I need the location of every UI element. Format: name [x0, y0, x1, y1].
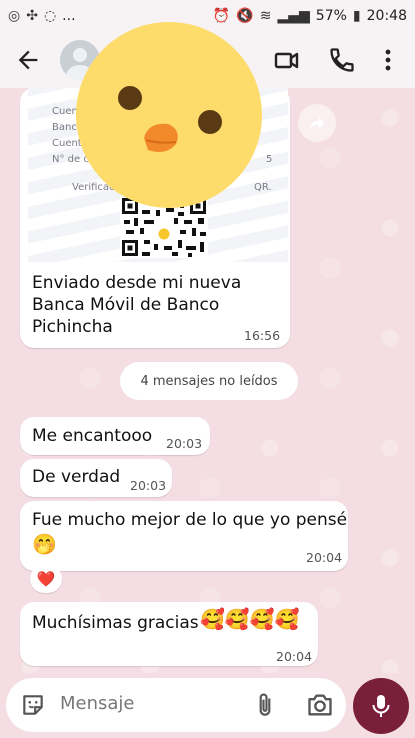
wifi-icon: ≋	[259, 8, 272, 24]
paperclip-icon[interactable]	[252, 691, 278, 719]
receipt-line-3: Cuent	[52, 138, 82, 149]
forward-button[interactable]	[298, 104, 336, 142]
status-right: ⏰ 🔇 ≋ ▂▄▆ 57% ▮ 20:48	[213, 8, 407, 24]
message-emoji: 🥰🥰🥰🥰	[200, 607, 300, 631]
more-vert-icon[interactable]	[376, 46, 400, 74]
receipt-time: 16:56	[244, 328, 281, 343]
phone-icon[interactable]	[328, 46, 356, 74]
unread-label: 4 mensajes no leídos	[140, 373, 278, 389]
status-left: ◎ ✣ ◌ ...	[8, 8, 76, 24]
video-call-icon[interactable]	[273, 46, 301, 74]
sticker-icon[interactable]	[20, 692, 46, 718]
sticker-beak	[144, 123, 178, 152]
message-text: Fue mucho mejor de lo que yo pensé	[32, 510, 348, 530]
messenger-notification-icon: ◌	[43, 8, 57, 24]
message-emoji: 🤭	[32, 532, 57, 556]
receipt-line-1: Cuen	[52, 106, 78, 117]
message-text: De verdad	[32, 467, 121, 487]
receipt-line-4-end: 5	[266, 154, 273, 165]
message-time: 20:03	[166, 436, 203, 451]
forward-icon	[309, 117, 325, 130]
whatsapp-notification-icon: ◎	[8, 8, 21, 24]
receipt-line-2: Banc	[52, 122, 77, 133]
alarm-icon: ⏰	[212, 8, 231, 24]
clock: 20:48	[366, 8, 407, 24]
pinwheel-notification-icon: ✣	[26, 8, 38, 24]
sticker-eye-right	[198, 110, 222, 134]
message-composer[interactable]: Mensaje	[6, 678, 346, 732]
status-bar: ◎ ✣ ◌ ... ⏰ 🔇 ≋ ▂▄▆ 57% ▮ 20:48	[0, 0, 415, 32]
privacy-sticker-face	[76, 22, 262, 208]
battery-icon: ▮	[352, 8, 361, 24]
mute-icon: 🔇	[236, 8, 254, 24]
message-text: Muchísimas gracias	[32, 613, 199, 633]
incoming-message-bubble[interactable]: Me encantooo 20:03	[20, 417, 210, 455]
incoming-message-bubble[interactable]: Muchísimas gracias 🥰🥰🥰🥰 20:04	[20, 602, 318, 666]
microphone-icon	[372, 695, 390, 717]
receipt-line-4: N° de c	[52, 154, 89, 165]
message-time: 20:04	[276, 649, 313, 664]
receipt-caption: Enviado desde mi nueva Banca Móvil de Ba…	[32, 273, 242, 337]
more-notifications: ...	[62, 8, 76, 24]
receipt-verification-end: QR.	[254, 182, 272, 193]
battery-percent: 57%	[315, 8, 347, 24]
signal-icon: ▂▄▆	[277, 8, 310, 24]
sticker-eye-left	[118, 86, 142, 110]
message-input[interactable]: Mensaje	[60, 693, 135, 714]
back-arrow-icon[interactable]	[14, 46, 42, 74]
incoming-message-bubble[interactable]: Fue mucho mejor de lo que yo pensé 🤭 20:…	[20, 501, 348, 571]
message-time: 20:03	[130, 478, 167, 493]
message-text: Me encantooo	[32, 426, 153, 446]
camera-icon[interactable]	[306, 692, 334, 718]
incoming-message-bubble[interactable]: De verdad 20:03	[20, 459, 172, 497]
message-time: 20:04	[306, 550, 343, 565]
unread-divider: 4 mensajes no leídos	[120, 362, 298, 400]
microphone-button[interactable]	[353, 678, 409, 734]
heart-reaction[interactable]: ❤️	[30, 565, 62, 593]
heart-icon: ❤️	[36, 570, 56, 588]
